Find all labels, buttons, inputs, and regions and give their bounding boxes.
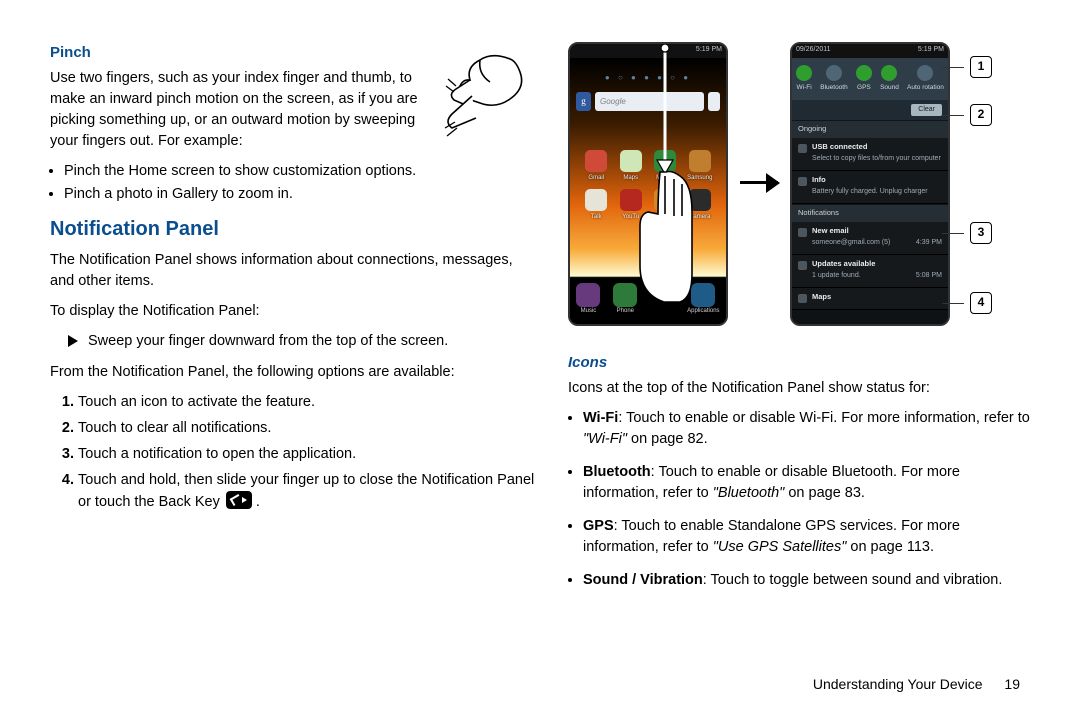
notif-intro: The Notification Panel shows information… bbox=[50, 250, 540, 292]
callout-4: 4 bbox=[970, 292, 992, 314]
notif-display-label: To display the Notification Panel: bbox=[50, 301, 540, 322]
auto-rotate-toggle: Auto rotation bbox=[907, 65, 944, 92]
bluetooth-toggle: Bluetooth bbox=[820, 65, 847, 92]
app-gmail: Gmail bbox=[582, 150, 611, 183]
callout-2: 2 bbox=[970, 104, 992, 126]
notif-options-label: From the Notification Panel, the followi… bbox=[50, 362, 540, 383]
footer-label: Understanding Your Device bbox=[813, 676, 983, 692]
app-maps: Maps bbox=[617, 150, 646, 183]
gps-toggle: GPS bbox=[856, 65, 872, 92]
app-talk: Talk bbox=[582, 189, 611, 222]
app-camera: Camera bbox=[686, 189, 715, 222]
right-arrow-icon bbox=[740, 181, 778, 184]
pinch-bullets: Pinch the Home screen to show customizat… bbox=[50, 161, 540, 205]
item-updates: Updates available 1 update found.5:08 PM bbox=[792, 255, 948, 288]
quick-toggle-row: Wi-Fi Bluetooth GPS Sound Auto rotation bbox=[792, 58, 948, 100]
section-ongoing: Ongoing bbox=[792, 120, 948, 138]
pinch-body: Use two fingers, such as your index fing… bbox=[50, 68, 430, 152]
sound-toggle: Sound bbox=[880, 65, 899, 92]
page-footer: Understanding Your Device 19 bbox=[813, 676, 1020, 692]
app-market: Market bbox=[651, 150, 680, 183]
app-samsung: Samsung bbox=[686, 150, 715, 183]
item-info: Info Battery fully charged. Unplug charg… bbox=[792, 171, 948, 204]
section-notifications: Notifications bbox=[792, 204, 948, 222]
notification-panel-heading: Notification Panel bbox=[50, 215, 540, 244]
mic-icon bbox=[708, 92, 720, 111]
page-number: 19 bbox=[1004, 676, 1020, 692]
notif-steps: Touch an icon to activate the feature. T… bbox=[50, 392, 540, 513]
dock-music: Music bbox=[576, 287, 600, 316]
back-key-icon bbox=[226, 491, 252, 509]
google-g-icon: g bbox=[576, 92, 591, 111]
callout-3: 3 bbox=[970, 222, 992, 244]
dock-phone: Phone bbox=[613, 287, 637, 316]
pinch-illustration bbox=[440, 44, 540, 154]
item-usb: USB connected Select to copy files to/fr… bbox=[792, 138, 948, 171]
item-email: New email someone@gmail.com (5)4:39 PM bbox=[792, 222, 948, 255]
dock-applications: Applications bbox=[687, 287, 719, 316]
search-input: Google bbox=[595, 92, 704, 111]
left-column: Pinch Use two fingers, such as your inde… bbox=[50, 42, 540, 640]
sweep-instruction: Sweep your finger downward from the top … bbox=[68, 331, 540, 352]
triangle-bullet-icon bbox=[68, 335, 78, 347]
item-maps: Maps bbox=[792, 288, 948, 310]
app-fm radio: FM radio bbox=[651, 189, 680, 222]
icons-list: Wi-Fi: Touch to enable or disable Wi-Fi.… bbox=[568, 408, 1030, 591]
app-youtu: YouTu bbox=[617, 189, 646, 222]
icons-intro: Icons at the top of the Notification Pan… bbox=[568, 378, 1030, 399]
notification-panel-phone: 09/26/20115:19 PM Wi-Fi Bluetooth GPS So… bbox=[790, 42, 950, 326]
icons-heading: Icons bbox=[568, 352, 1030, 374]
notification-panel-figure: 5:19 PM ● ○ ● ● ● ○ ● g Google GmailMaps… bbox=[568, 42, 1030, 342]
wifi-toggle: Wi-Fi bbox=[796, 65, 812, 92]
home-screen-phone: 5:19 PM ● ○ ● ● ● ○ ● g Google GmailMaps… bbox=[568, 42, 728, 326]
right-column: 5:19 PM ● ○ ● ● ● ○ ● g Google GmailMaps… bbox=[568, 42, 1030, 640]
clear-button: Clear bbox=[911, 104, 942, 116]
dock-spacer bbox=[650, 291, 674, 311]
callout-1: 1 bbox=[970, 56, 992, 78]
